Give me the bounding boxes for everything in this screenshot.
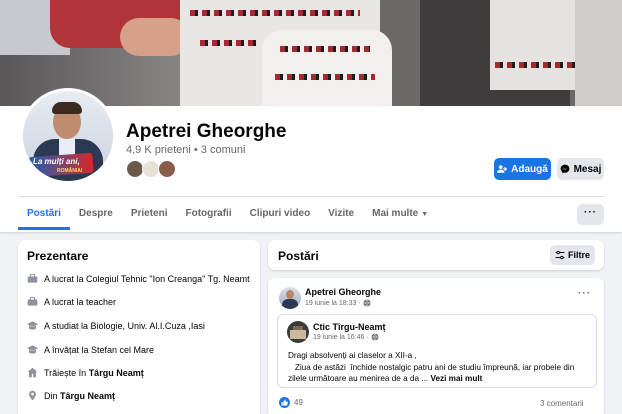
intro-item-text: A învățat la Stefan cel Mare	[44, 344, 155, 355]
messenger-icon	[560, 164, 569, 174]
shared-author-avatar[interactable]	[287, 321, 309, 343]
intro-item-work-2: A lucrat la teacher	[27, 296, 116, 307]
briefcase-icon	[27, 273, 38, 283]
intro-item-education-1: A studiat la Biologie, Univ. Al.I.Cuza ,…	[27, 320, 205, 331]
see-more-link[interactable]: Vezi mai mult	[430, 374, 482, 383]
post-options-button[interactable]: ···	[578, 288, 591, 299]
profile-avatar[interactable]: La mulți ani, ROMÂNIA!	[20, 88, 116, 184]
sliders-icon	[555, 250, 565, 260]
shared-author-name[interactable]: Ctic Tîrgu-Neamț	[313, 322, 386, 332]
globe-icon	[371, 333, 379, 341]
filters-label: Filtre	[567, 250, 590, 260]
tab-more[interactable]: Mai multe ▼	[363, 200, 437, 230]
tab-label: Clipuri video	[249, 208, 311, 219]
intro-item-prefix: Trăiește în	[44, 367, 89, 378]
tab-label: Prieteni	[130, 208, 168, 219]
post-timestamp[interactable]: 19 iunie la 18:33 ·	[305, 300, 361, 307]
intro-item-link[interactable]: Târgu Neamț	[89, 368, 144, 378]
home-icon	[27, 367, 38, 378]
tab-label: Fotografii	[185, 208, 232, 219]
reactions-summary[interactable]: 49	[279, 397, 303, 408]
like-reaction-icon	[279, 397, 290, 408]
shared-text-line: Dragi absolvenți ai claselor a XII-a ,	[288, 351, 417, 360]
post-card: Apetrei Gheorghe 19 iunie la 18:33 · ···…	[268, 278, 604, 414]
intro-item-text: A lucrat la teacher	[44, 296, 117, 307]
tab-posts[interactable]: Postări	[18, 200, 70, 230]
tab-label: Postări	[27, 208, 61, 219]
filters-button[interactable]: Filtre	[550, 245, 595, 265]
add-friend-icon	[497, 165, 508, 173]
intro-item-work-1: A lucrat la Colegiul Tehnic "Ion Creanga…	[27, 273, 250, 284]
add-friend-label: Adaugă	[511, 163, 548, 175]
shared-timestamp[interactable]: 19 iunie la 16:46 ·	[313, 334, 369, 341]
tab-photos[interactable]: Fotografii	[177, 200, 241, 230]
shared-post-text: Dragi absolvenți ai claselor a XII-a , Z…	[288, 350, 593, 385]
more-options-button[interactable]: ···	[577, 204, 604, 225]
tab-friends[interactable]: Prieteni	[122, 200, 177, 230]
globe-icon	[363, 299, 371, 307]
tab-videos[interactable]: Clipuri video	[241, 200, 320, 230]
friend-avatar[interactable]	[158, 160, 176, 178]
posts-header-card: Postări Filtre	[268, 240, 604, 270]
post-author-avatar[interactable]	[279, 287, 301, 309]
comments-count-link[interactable]: 3 comentarii	[540, 399, 584, 408]
add-friend-button[interactable]: Adaugă	[494, 158, 551, 180]
tab-about[interactable]: Despre	[70, 200, 122, 230]
intro-item-text: A studiat la Biologie, Univ. Al.I.Cuza ,…	[44, 320, 205, 331]
shared-post-meta: 19 iunie la 16:46 ·	[313, 333, 379, 341]
avatar-banner-text: La mulți ani,	[33, 157, 80, 166]
header-divider	[18, 196, 604, 197]
profile-name: Apetrei Gheorghe	[126, 121, 287, 142]
tab-label: Mai multe	[372, 208, 419, 219]
message-label: Mesaj	[573, 163, 602, 175]
shared-post[interactable]: Ctic Tîrgu-Neamț 19 iunie la 16:46 · Dra…	[277, 314, 597, 388]
intro-title: Prezentare	[27, 249, 89, 263]
avatar-banner-subtext: ROMÂNIA!	[57, 168, 83, 174]
intro-item-lives-in: Trăiește în Târgu Neamț	[27, 367, 144, 378]
post-author-name[interactable]: Apetrei Gheorghe	[305, 287, 381, 297]
intro-card: Prezentare A lucrat la Colegiul Tehnic "…	[18, 240, 260, 414]
tab-label: Despre	[78, 208, 113, 219]
graduation-cap-icon	[27, 345, 38, 354]
location-pin-icon	[29, 390, 36, 401]
friends-count-link[interactable]: 4,9 K prieteni • 3 comuni	[126, 144, 245, 156]
intro-item-text: A lucrat la Colegiul Tehnic "Ion Creanga…	[44, 273, 250, 284]
intro-item-prefix: Din	[44, 390, 61, 401]
briefcase-icon	[27, 296, 38, 306]
profile-tabs: Postări Despre Prieteni Fotografii Clipu…	[18, 200, 437, 232]
posts-title: Postări	[278, 249, 319, 263]
post-meta: 19 iunie la 18:33 ·	[305, 299, 371, 307]
graduation-cap-icon	[27, 321, 38, 330]
caret-down-icon: ▼	[421, 211, 429, 218]
intro-item-link[interactable]: Târgu Neamț	[60, 391, 115, 401]
intro-item-education-2: A învățat la Stefan cel Mare	[27, 344, 154, 355]
tab-check-ins[interactable]: Vizite	[319, 200, 363, 230]
likes-count: 49	[294, 398, 303, 407]
message-button[interactable]: Mesaj	[557, 158, 604, 180]
tab-label: Vizite	[328, 208, 355, 219]
intro-item-from: Din Târgu Neamț	[27, 390, 115, 401]
